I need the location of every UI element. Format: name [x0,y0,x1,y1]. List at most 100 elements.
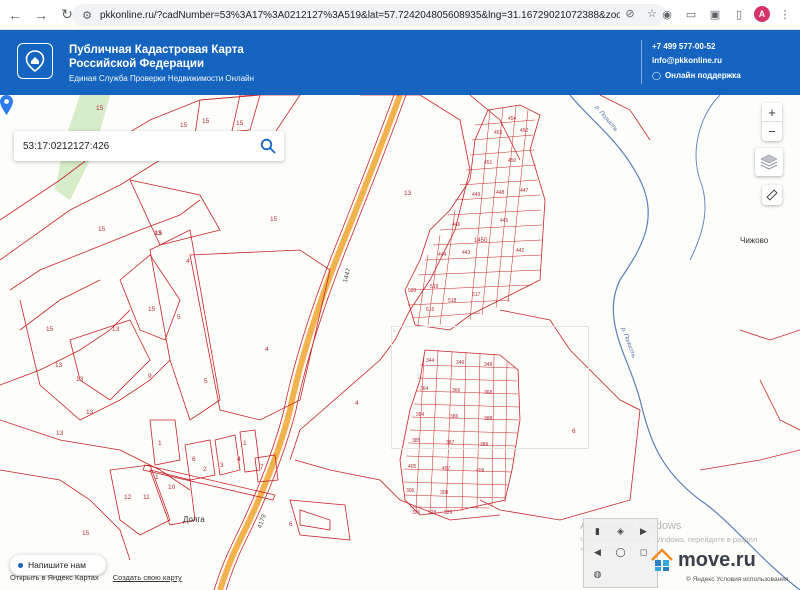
parcel-label[interactable]: 13 [112,326,119,333]
plot-label[interactable]: 385 [412,438,420,444]
parcel-label[interactable]: 4 [186,258,190,265]
phone-link[interactable]: +7 499 577-00-52 [652,42,715,51]
shield-icon[interactable]: ◈ [611,523,630,540]
parcel-label[interactable]: 13 [86,409,93,416]
parcel-label[interactable]: 15 [98,226,105,233]
back-icon[interactable]: ← [4,4,26,26]
plot-label[interactable]: 384 [416,412,424,418]
parcel-label[interactable]: 13 [55,362,62,369]
parcel-label[interactable]: 15 [180,122,187,129]
plot-label[interactable]: 442 [516,248,524,254]
plot-label[interactable]: 450 [508,158,516,164]
plot-label[interactable]: 344 [426,358,434,364]
parcel-label[interactable]: 5 [177,314,181,321]
parcel-label[interactable]: 3 [220,462,224,469]
plot-label[interactable]: 520 [408,288,416,294]
parcel-label[interactable]: 13 [76,376,83,383]
yandex-copyright[interactable]: © Яндекс Условия использования [686,576,788,583]
chat-widget-button[interactable]: Напишите нам [10,555,106,575]
zoom-out-button[interactable]: − [762,122,782,141]
plot-label[interactable]: 405 [408,464,416,470]
parcel-label[interactable]: 7 [260,464,264,471]
parcel-label[interactable]: 1 [158,440,162,447]
menu-icon[interactable]: ⋮ [776,5,794,23]
plot-label[interactable]: 387 [446,440,454,446]
speaker-icon[interactable]: ◀ [588,544,607,561]
update-icon[interactable]: ◍ [588,566,607,583]
plot-label[interactable]: 519 [430,284,438,290]
plot-label[interactable]: 386 [450,414,458,420]
plot-label[interactable]: 308 [440,490,448,496]
zoom-in-button[interactable]: + [762,103,782,122]
site-logo-icon[interactable] [17,43,53,79]
url-text[interactable]: pkkonline.ru/?cadNumber=53%3A17%3A021212… [100,10,620,21]
sidebar-icon[interactable]: ▯ [730,5,748,23]
plot-label[interactable]: 516 [426,307,434,313]
plot-label[interactable]: 326 [412,510,420,516]
parcel-label[interactable]: 1 [243,440,247,447]
layers-button[interactable] [755,148,783,176]
puzzle-icon[interactable]: ▣ [706,5,724,23]
plot-label[interactable]: 328 [428,510,436,516]
forward-icon[interactable]: → [30,4,52,26]
cadastral-search-box[interactable]: 53:17:0212127:426 [14,131,284,161]
parcel-label[interactable]: 15 [270,216,277,223]
plot-label[interactable]: 451 [484,160,492,166]
parcel-label[interactable]: 15 [82,530,89,537]
search-icon[interactable] [260,138,276,154]
video-icon[interactable]: ▶ [634,523,653,540]
parcel-label[interactable]: 11 [143,494,150,501]
email-link[interactable]: info@pkkonline.ru [652,56,722,65]
extension-icon[interactable]: ◉ [658,5,676,23]
plot-label[interactable]: 388 [484,416,492,422]
opera-icon[interactable]: ◯ [611,544,630,561]
parcel-label[interactable]: 2 [203,466,207,473]
plot-label[interactable]: 364 [420,386,428,392]
plot-label[interactable]: 368 [484,390,492,396]
plot-label[interactable]: 517 [472,292,480,298]
plot-label[interactable]: 366 [452,388,460,394]
plot-label[interactable]: 448 [496,190,504,196]
search-input[interactable]: 53:17:0212127:426 [23,141,109,152]
parcel-label[interactable]: 6 [289,521,293,528]
plot-label[interactable]: 407 [442,466,450,472]
plot-label[interactable]: 444 [438,252,446,258]
online-support-link[interactable]: ◯ Онлайн поддержка [652,71,741,80]
parcel-label[interactable]: 15 [236,120,243,127]
site-title[interactable]: Публичная Кадастровая Карта Российской Ф… [69,43,309,71]
plot-label[interactable]: 443 [462,250,470,256]
plot-label[interactable]: 447 [520,188,528,194]
parcel-label[interactable]: 4 [355,400,359,407]
parcel-label[interactable]: 13 [404,190,411,197]
media-icon[interactable]: ▭ [682,5,700,23]
ruler-button[interactable] [762,185,782,205]
plot-label[interactable]: 449 [472,192,480,198]
parcel-label[interactable]: 12 [124,494,131,501]
plot-label[interactable]: 452 [520,128,528,134]
plot-label[interactable]: 454 [508,116,516,122]
plot-label[interactable]: 445 [500,218,508,224]
parcel-label[interactable]: 4 [237,456,241,463]
create-map-link[interactable]: Создать свою карту [113,573,182,582]
parcel-label[interactable]: 9 [148,373,152,380]
parcel-label[interactable]: 4 [265,346,269,353]
eye-off-icon[interactable]: ⊘ [622,7,638,20]
plot-label[interactable]: 389 [480,442,488,448]
plot-label[interactable]: 348 [484,362,492,368]
plot-label[interactable]: 453 [494,130,502,136]
plot-label[interactable]: 346 [456,360,464,366]
site-info-icon[interactable]: ⚙ [80,8,94,22]
parcel-label[interactable]: 15 [96,105,103,112]
open-yandex-link[interactable]: Открыть в Яндекс Картах [10,573,99,582]
parcel-label[interactable]: 13 [56,430,63,437]
parcel-label[interactable]: 5 [204,378,208,385]
plot-label[interactable]: 446 [452,222,460,228]
plot-label[interactable]: 329 [444,510,452,516]
plot-group-label[interactable]: 1450 [474,238,487,244]
parcel-label[interactable]: 6 [572,428,576,435]
location-pin-icon[interactable] [0,95,13,115]
plot-label[interactable]: 306 [406,488,414,494]
parcel-label[interactable]: 1 [155,474,159,481]
plot-label[interactable]: 409 [476,468,484,474]
plot-label[interactable]: 518 [448,298,456,304]
